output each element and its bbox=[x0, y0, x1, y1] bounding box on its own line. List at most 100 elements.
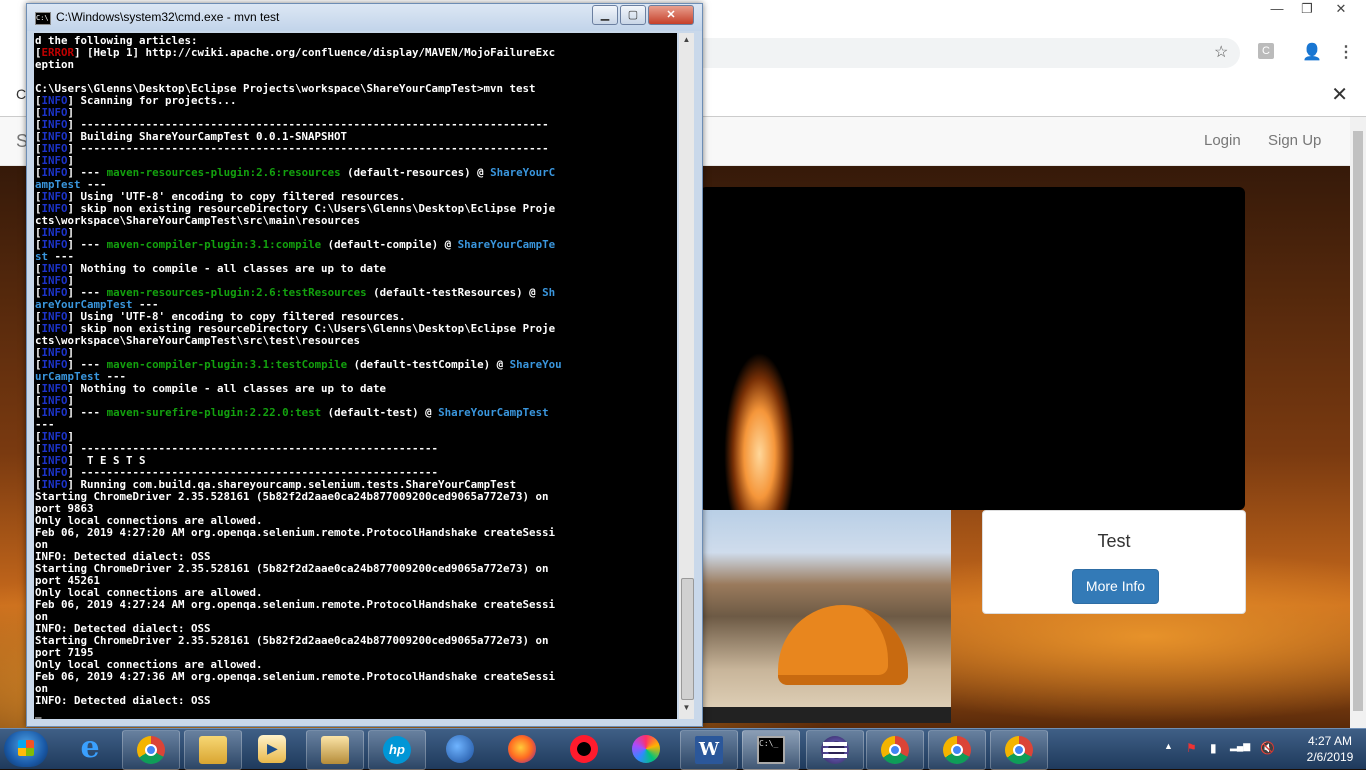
word-icon: W bbox=[695, 736, 723, 764]
clock[interactable]: 4:27 AM 2/6/2019 bbox=[1300, 733, 1360, 765]
console-line: on bbox=[35, 611, 675, 623]
taskbar-internet-explorer[interactable]: e bbox=[62, 730, 118, 768]
console-text: ----------------------------------------… bbox=[74, 443, 439, 455]
console-text: Only local connections are allowed. bbox=[35, 659, 263, 671]
console-line: INFO: Detected dialect: OSS bbox=[35, 623, 675, 635]
network-signal-icon[interactable]: ▂▄▆ bbox=[1230, 741, 1250, 752]
scroll-up-arrow[interactable]: ▲ bbox=[679, 35, 694, 49]
battery-icon[interactable]: ▮ bbox=[1210, 741, 1217, 755]
taskbar-remote-desktop[interactable] bbox=[306, 730, 364, 770]
taskbar-firefox[interactable] bbox=[494, 730, 550, 768]
console-line: [INFO] ---------------------------------… bbox=[35, 443, 675, 455]
taskbar-opera[interactable] bbox=[556, 730, 612, 768]
campfire-image bbox=[710, 307, 820, 510]
action-center-flag-icon[interactable]: ⚑ bbox=[1186, 741, 1197, 755]
taskbar-colorful-app[interactable] bbox=[618, 730, 674, 768]
console-text: (default-resources) @ bbox=[340, 167, 491, 179]
console-text: --- bbox=[74, 287, 107, 299]
volume-muted-icon[interactable]: 🔇 bbox=[1260, 741, 1275, 755]
console-text: eption bbox=[35, 59, 75, 71]
cmd-maximize-button[interactable]: ▢ bbox=[620, 5, 646, 25]
page-scrollbar[interactable] bbox=[1350, 117, 1366, 728]
signup-link[interactable]: Sign Up bbox=[1268, 132, 1321, 149]
info-tag: [INFO] bbox=[35, 203, 75, 215]
maven-project-name: areYourCampTest bbox=[35, 299, 133, 311]
start-button[interactable] bbox=[4, 731, 48, 767]
bookmark-star-icon[interactable]: ☆ bbox=[1214, 42, 1228, 62]
taskbar-chrome-3[interactable] bbox=[990, 730, 1048, 770]
console-line: cts\workspace\ShareYourCampTest\src\test… bbox=[35, 335, 675, 347]
browser-menu-icon[interactable]: ⋮ bbox=[1338, 42, 1354, 62]
info-tag: [INFO] bbox=[35, 239, 75, 251]
chrome-icon bbox=[137, 736, 165, 764]
console-text: --- bbox=[74, 359, 107, 371]
taskbar-chrome-pinned[interactable] bbox=[122, 730, 180, 770]
info-tag: [INFO] bbox=[35, 263, 75, 275]
taskbar-chrome-2[interactable] bbox=[928, 730, 986, 770]
taskbar-cmd[interactable]: C:\_ bbox=[742, 730, 800, 770]
console-text: skip non existing resourceDirectory C:\U… bbox=[74, 203, 556, 215]
console-text: T E S T S bbox=[74, 455, 146, 467]
cmd-titlebar[interactable]: C:\ C:\Windows\system32\cmd.exe - mvn te… bbox=[27, 4, 702, 31]
console-output[interactable]: d the following articles: [ERROR] [Help 1… bbox=[34, 33, 677, 719]
login-link[interactable]: Login bbox=[1204, 132, 1241, 149]
console-line: ampTest --- bbox=[35, 179, 675, 191]
console-text: C:\Users\Glenns\Desktop\Eclipse Projects… bbox=[35, 83, 536, 95]
profile-icon[interactable]: 👤 bbox=[1302, 42, 1322, 62]
console-line: [INFO] ---------------------------------… bbox=[35, 119, 675, 131]
system-tray: ▲ ⚑ ▮ ▂▄▆ 🔇 bbox=[1160, 729, 1300, 769]
maven-plugin-name: maven-resources-plugin:2.6:resources bbox=[106, 167, 341, 179]
info-tag: [INFO] bbox=[35, 287, 75, 299]
taskbar-chrome-1[interactable] bbox=[866, 730, 924, 770]
taskbar-thunderbird[interactable] bbox=[432, 730, 488, 768]
tray-overflow-chevron-icon[interactable]: ▲ bbox=[1164, 741, 1173, 751]
console-text: ----------------------------------------… bbox=[74, 119, 549, 131]
extension-icon[interactable]: C bbox=[1258, 43, 1274, 59]
maven-project-name: ShareYou bbox=[509, 359, 562, 371]
info-tag: [INFO] bbox=[35, 455, 75, 467]
thunderbird-icon bbox=[446, 735, 474, 763]
maven-project-name: st bbox=[35, 251, 49, 263]
console-line: d the following articles: bbox=[35, 35, 675, 47]
maven-project-name: ampTest bbox=[35, 179, 81, 191]
console-text: INFO: Detected dialect: OSS bbox=[35, 623, 211, 635]
browser-close-button[interactable]: ✕ bbox=[1326, 0, 1356, 20]
cmd-close-button[interactable]: ✕ bbox=[648, 5, 694, 25]
console-line: _ bbox=[35, 707, 675, 719]
browser-maximize-button[interactable]: ❐ bbox=[1292, 0, 1322, 20]
address-bar[interactable] bbox=[690, 38, 1240, 68]
console-text: Only local connections are allowed. bbox=[35, 587, 263, 599]
info-tag: [INFO] bbox=[35, 119, 75, 131]
taskbar-eclipse[interactable] bbox=[806, 730, 864, 770]
console-text: --- bbox=[35, 419, 55, 431]
console-text: --- bbox=[80, 179, 107, 191]
taskbar-word[interactable]: W bbox=[680, 730, 738, 770]
scroll-down-arrow[interactable]: ▼ bbox=[679, 703, 694, 717]
console-text: skip non existing resourceDirectory C:\U… bbox=[74, 323, 556, 335]
console-text: --- bbox=[132, 299, 159, 311]
info-tag: [INFO] bbox=[35, 107, 75, 119]
maven-plugin-name: maven-compiler-plugin:3.1:compile bbox=[106, 239, 322, 251]
more-info-button[interactable]: More Info bbox=[1072, 569, 1159, 604]
maven-plugin-name: maven-compiler-plugin:3.1:testCompile bbox=[106, 359, 348, 371]
hero-banner bbox=[700, 187, 1245, 510]
console-line: port 45261 bbox=[35, 575, 675, 587]
console-line: [INFO] bbox=[35, 431, 675, 443]
maven-project-name: urCampTest bbox=[35, 371, 101, 383]
maven-project-name: ShareYourCampTe bbox=[457, 239, 556, 251]
taskbar-explorer[interactable] bbox=[184, 730, 242, 770]
browser-minimize-button[interactable]: — bbox=[1262, 0, 1292, 20]
infobar-close-icon[interactable]: ✕ bbox=[1331, 82, 1348, 107]
cmd-minimize-button[interactable]: ▁ bbox=[592, 5, 618, 25]
tent-photo[interactable] bbox=[700, 510, 951, 723]
console-scrollbar[interactable]: ▲ ▼ bbox=[679, 33, 694, 719]
taskbar-media-player[interactable] bbox=[244, 730, 300, 768]
info-tag: [INFO] bbox=[35, 275, 75, 287]
info-tag: [INFO] bbox=[35, 311, 75, 323]
console-text: Running com.build.qa.shareyourcamp.selen… bbox=[74, 479, 517, 491]
console-line: cts\workspace\ShareYourCampTest\src\main… bbox=[35, 215, 675, 227]
console-scrollbar-thumb[interactable] bbox=[681, 578, 694, 700]
page-scrollbar-thumb[interactable] bbox=[1353, 131, 1363, 711]
opera-icon bbox=[570, 735, 598, 763]
taskbar-hp[interactable]: hp bbox=[368, 730, 426, 770]
